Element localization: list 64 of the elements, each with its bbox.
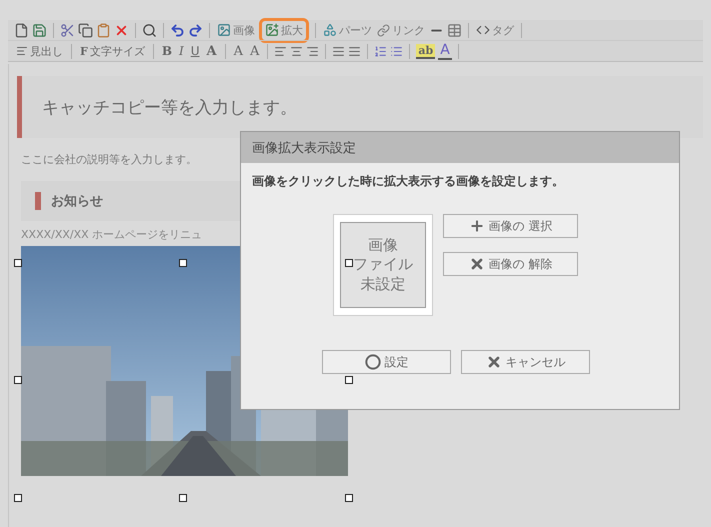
align-left-icon[interactable] bbox=[274, 44, 288, 58]
copy-icon[interactable] bbox=[78, 22, 93, 38]
bullet-list-icon[interactable] bbox=[390, 44, 404, 58]
toolbar-button[interactable]: 見出し bbox=[14, 44, 65, 58]
search-icon[interactable] bbox=[142, 22, 157, 38]
underline-button[interactable]: U bbox=[188, 44, 202, 58]
resize-handle[interactable] bbox=[179, 494, 187, 502]
section-title: お知らせ bbox=[51, 193, 103, 210]
toolbar-button[interactable]: リンク bbox=[376, 22, 426, 38]
link-icon bbox=[377, 24, 390, 36]
save-icon[interactable] bbox=[32, 22, 47, 38]
toolbar-button[interactable]: パーツ bbox=[322, 22, 373, 38]
cut-icon[interactable] bbox=[60, 22, 75, 38]
resize-handle[interactable] bbox=[345, 494, 353, 502]
cancel-button[interactable]: キャンセル bbox=[461, 350, 590, 374]
placeholder-text: ファイル bbox=[353, 255, 413, 275]
remove-image-button[interactable]: 画像の 解除 bbox=[443, 252, 578, 276]
code-icon bbox=[476, 23, 490, 37]
table-icon[interactable] bbox=[447, 22, 462, 38]
select-image-button[interactable]: 画像の 選択 bbox=[443, 214, 578, 238]
circle-icon bbox=[364, 354, 380, 370]
align-right-icon[interactable] bbox=[306, 44, 320, 58]
new-page-icon[interactable] bbox=[14, 22, 29, 38]
image-plus-icon bbox=[265, 23, 279, 37]
button-label: 文字サイズ bbox=[90, 44, 145, 58]
image-icon bbox=[217, 23, 231, 37]
description: ここに会社の説明等を入力します。 bbox=[21, 152, 198, 167]
toolbar-button[interactable]: タグ bbox=[475, 22, 515, 38]
resize-handle[interactable] bbox=[14, 259, 22, 267]
toolbar-button[interactable]: 拡大 bbox=[259, 18, 309, 42]
superscript-button[interactable]: A bbox=[248, 44, 262, 58]
plus-icon bbox=[468, 218, 485, 234]
ok-button[interactable]: 設定 bbox=[322, 350, 451, 374]
numbered-list-icon[interactable] bbox=[374, 44, 388, 58]
resize-handle[interactable] bbox=[345, 259, 353, 267]
toolbar-button[interactable]: F 文字サイズ bbox=[78, 44, 147, 58]
bold-button[interactable]: B bbox=[160, 44, 174, 58]
undo-icon[interactable] bbox=[170, 22, 185, 38]
subscript-button[interactable]: A bbox=[232, 44, 245, 58]
dialog-message: 画像をクリックした時に拡大表示する画像を設定します。 bbox=[252, 173, 565, 190]
ruby-button[interactable]: A bbox=[204, 44, 219, 58]
highlight-button[interactable]: ab bbox=[416, 44, 436, 58]
resize-handle[interactable] bbox=[179, 259, 187, 267]
redo-icon[interactable] bbox=[188, 22, 203, 38]
text-color-button[interactable]: A bbox=[438, 42, 452, 60]
placeholder-text: 未設定 bbox=[360, 274, 406, 294]
heading-icon bbox=[16, 45, 28, 57]
paste-icon[interactable] bbox=[96, 22, 111, 38]
section-marker bbox=[35, 192, 41, 210]
font-icon: F bbox=[80, 44, 88, 58]
toolbar-button[interactable]: 画像 bbox=[216, 22, 256, 38]
resize-handle[interactable] bbox=[14, 376, 22, 384]
close-icon bbox=[468, 256, 485, 272]
resize-handle[interactable] bbox=[345, 376, 353, 384]
resize-handle[interactable] bbox=[14, 494, 22, 502]
catch-copy: キャッチコピー等を入力します。 bbox=[42, 96, 297, 118]
dialog-title: 画像拡大表示設定 bbox=[241, 132, 679, 163]
button-label: 見出し bbox=[30, 44, 63, 58]
placeholder-text: 画像 bbox=[368, 236, 398, 256]
align-center-icon[interactable] bbox=[290, 44, 304, 58]
shapes-icon bbox=[323, 23, 337, 37]
news-item: XXXX/XX/XX ホームページをリニュ bbox=[21, 227, 204, 242]
italic-button[interactable]: I bbox=[176, 44, 186, 58]
close-icon bbox=[486, 354, 502, 370]
